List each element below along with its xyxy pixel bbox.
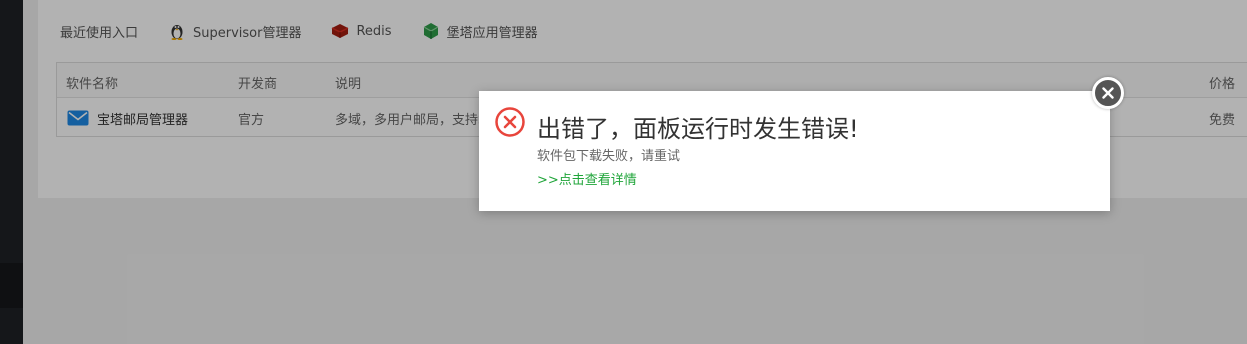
error-title: 出错了，面板运行时发生错误! [537, 115, 859, 143]
close-dialog-button[interactable] [1092, 77, 1124, 109]
view-details-link[interactable]: >>点击查看详情 [537, 169, 637, 188]
close-icon [1102, 84, 1114, 103]
error-icon [495, 107, 525, 137]
error-message: 软件包下载失败，请重试 [537, 149, 681, 164]
error-dialog: 出错了，面板运行时发生错误! 软件包下载失败，请重试 >>点击查看详情 [479, 91, 1110, 211]
